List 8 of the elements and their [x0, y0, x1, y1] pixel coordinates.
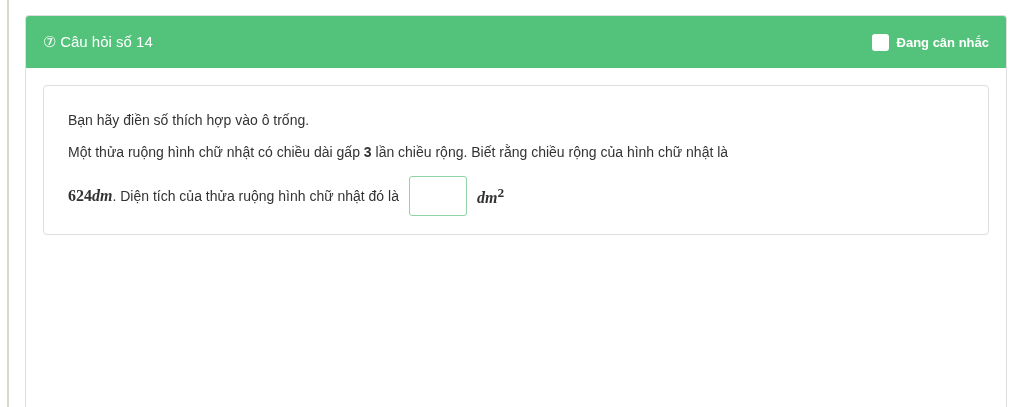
- unit-label: dm$^{2}$: [476, 184, 505, 208]
- checkbox-box[interactable]: [871, 33, 889, 51]
- question-title: ⑦ Câu hỏi số 14: [43, 33, 153, 51]
- flag-checkbox[interactable]: Đang cân nhắc: [871, 33, 989, 51]
- question-text: . Diện tích của thửa ruộng hình chữ nhật đó là: [112, 188, 399, 204]
- instruction-text: Bạn hãy điền số thích hợp vào ô trống.: [68, 112, 311, 128]
- answer-field[interactable]: [408, 176, 467, 216]
- question-text: Một thửa ruộng hình chữ nhật có chiều dài gấp 3 lần chiều rộng. Biết rằng chiều rộng của hình chữ nhật là: [68, 144, 730, 160]
